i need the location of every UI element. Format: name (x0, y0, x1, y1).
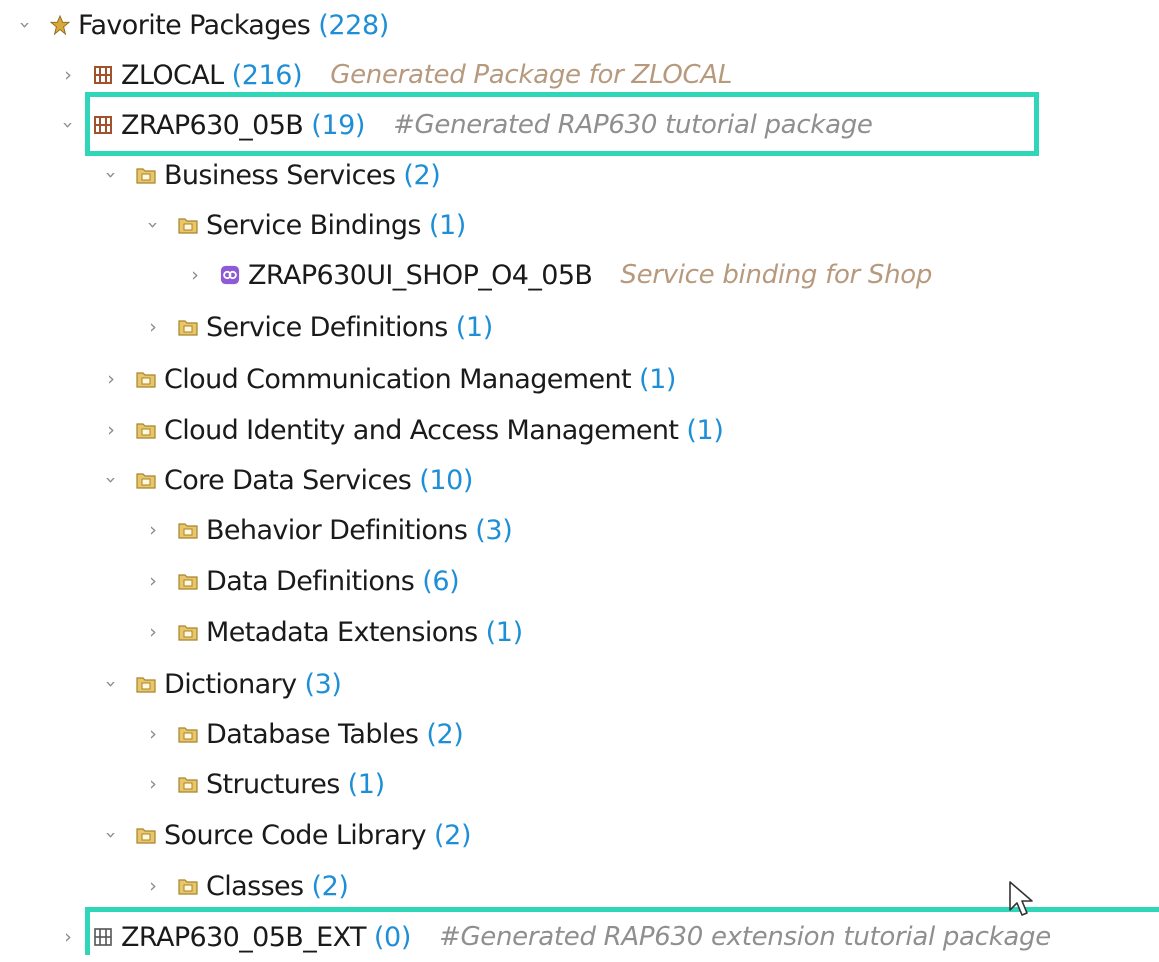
folder-icon (178, 876, 198, 896)
chevron-down-icon[interactable]: › (100, 671, 122, 697)
tree-item-business-services[interactable]: › Business Services (2) (98, 150, 441, 200)
tree-item-favorite-packages[interactable]: › Favorite Packages (228) (12, 0, 389, 50)
chevron-down-icon[interactable]: › (142, 212, 164, 238)
chevron-right-icon[interactable]: › (55, 926, 81, 948)
package-icon (93, 115, 113, 135)
service-binding-icon (220, 265, 240, 285)
tree-item-classes[interactable]: › Classes (2) (140, 861, 349, 911)
tree-item-label: ZRAP630_05B (121, 109, 304, 141)
item-count: (2) (403, 159, 441, 191)
tree-item-service-definitions[interactable]: › Service Definitions (1) (140, 302, 493, 352)
tree-item-label: Core Data Services (164, 464, 412, 496)
item-count: (216) (231, 59, 303, 91)
package-icon (93, 927, 113, 947)
folder-icon (136, 165, 156, 185)
tree-item-service-binding[interactable]: › ZRAP630UI_SHOP_O4_05B Service binding … (182, 250, 932, 300)
tree-item-label: Business Services (164, 159, 396, 191)
item-description: #Generated RAP630 extension tutorial pac… (438, 922, 1051, 952)
folder-icon (178, 520, 198, 540)
folder-icon (178, 724, 198, 744)
tree-item-label: Dictionary (164, 668, 297, 700)
chevron-right-icon[interactable]: › (98, 419, 124, 441)
folder-icon (178, 215, 198, 235)
tree-item-label: Behavior Definitions (206, 514, 468, 546)
tree-item-core-data-services[interactable]: › Core Data Services (10) (98, 455, 473, 505)
item-count: (3) (304, 668, 342, 700)
item-count: (10) (419, 464, 474, 496)
tree-item-label: Metadata Extensions (206, 616, 478, 648)
tree-item-label: Database Tables (206, 718, 419, 750)
tree-item-label: ZLOCAL (121, 59, 224, 91)
item-count: (3) (475, 514, 513, 546)
folder-icon (136, 825, 156, 845)
chevron-down-icon[interactable]: › (57, 112, 79, 138)
package-icon (93, 65, 113, 85)
tree-item-label: ZRAP630UI_SHOP_O4_05B (248, 259, 593, 291)
item-count: (1) (686, 414, 724, 446)
tree-item-label: Service Definitions (206, 311, 448, 343)
tree-item-label: Cloud Identity and Access Management (164, 414, 679, 446)
folder-icon (136, 369, 156, 389)
tree-item-structures[interactable]: › Structures (1) (140, 759, 385, 809)
mouse-cursor-icon (1008, 880, 1038, 924)
item-count: (0) (373, 921, 411, 953)
tree-item-label: Source Code Library (164, 819, 427, 851)
tree-item-cloud-communication-management[interactable]: › Cloud Communication Management (1) (98, 354, 676, 404)
tree-item-label: Data Definitions (206, 565, 415, 597)
tree-item-cloud-identity-access-management[interactable]: › Cloud Identity and Access Management (… (98, 405, 724, 455)
folder-icon (136, 674, 156, 694)
item-count: (19) (311, 109, 366, 141)
tree-item-label: Classes (206, 870, 304, 902)
tree-item-service-bindings[interactable]: › Service Bindings (1) (140, 200, 466, 250)
tree-item-label: Cloud Communication Management (164, 363, 632, 395)
chevron-right-icon[interactable]: › (140, 875, 166, 897)
chevron-right-icon[interactable]: › (140, 723, 166, 745)
tree-item-label: Structures (206, 768, 340, 800)
item-description: #Generated RAP630 tutorial package (393, 110, 873, 140)
folder-icon (178, 622, 198, 642)
project-explorer-tree: › Favorite Packages (228) › ZLOCAL (216)… (0, 0, 1159, 955)
tree-item-database-tables[interactable]: › Database Tables (2) (140, 709, 464, 759)
chevron-right-icon[interactable]: › (140, 570, 166, 592)
chevron-right-icon[interactable]: › (140, 773, 166, 795)
favorites-package-icon (50, 14, 70, 36)
item-count: (6) (422, 565, 460, 597)
chevron-right-icon[interactable]: › (98, 368, 124, 390)
item-count: (2) (311, 870, 349, 902)
folder-icon (178, 317, 198, 337)
tree-item-label: Service Bindings (206, 209, 421, 241)
chevron-down-icon[interactable]: › (100, 467, 122, 493)
tree-item-dictionary[interactable]: › Dictionary (3) (98, 659, 342, 709)
folder-icon (178, 571, 198, 591)
item-count: (1) (638, 363, 677, 395)
item-description: Service binding for Shop (620, 260, 933, 290)
folder-icon (178, 774, 198, 794)
tree-item-data-definitions[interactable]: › Data Definitions (6) (140, 556, 460, 606)
item-description: Generated Package for ZLOCAL (330, 60, 733, 90)
item-count: (2) (426, 718, 464, 750)
tree-item-zlocal[interactable]: › ZLOCAL (216) Generated Package for ZLO… (55, 50, 732, 100)
chevron-down-icon[interactable]: › (100, 822, 122, 848)
item-count: (1) (347, 768, 385, 800)
tree-item-source-code-library[interactable]: › Source Code Library (2) (98, 810, 471, 860)
chevron-right-icon[interactable]: › (55, 64, 81, 86)
folder-icon (136, 420, 156, 440)
tree-item-zrap630-05b[interactable]: › ZRAP630_05B (19) #Generated RAP630 tut… (55, 100, 873, 150)
folder-icon (136, 470, 156, 490)
chevron-right-icon[interactable]: › (140, 519, 166, 541)
chevron-down-icon[interactable]: › (14, 12, 36, 38)
item-count: (1) (428, 209, 466, 241)
item-count: (228) (318, 9, 389, 41)
item-count: (2) (434, 819, 472, 851)
tree-item-metadata-extensions[interactable]: › Metadata Extensions (1) (140, 607, 523, 657)
item-count: (1) (455, 311, 493, 343)
chevron-right-icon[interactable]: › (140, 316, 166, 338)
chevron-right-icon[interactable]: › (140, 621, 166, 643)
tree-item-behavior-definitions[interactable]: › Behavior Definitions (3) (140, 505, 513, 555)
item-count: (1) (485, 616, 523, 648)
tree-item-label: ZRAP630_05B_EXT (121, 921, 367, 953)
chevron-down-icon[interactable]: › (100, 162, 122, 188)
chevron-right-icon[interactable]: › (182, 264, 208, 286)
tree-item-label: Favorite Packages (78, 9, 311, 41)
